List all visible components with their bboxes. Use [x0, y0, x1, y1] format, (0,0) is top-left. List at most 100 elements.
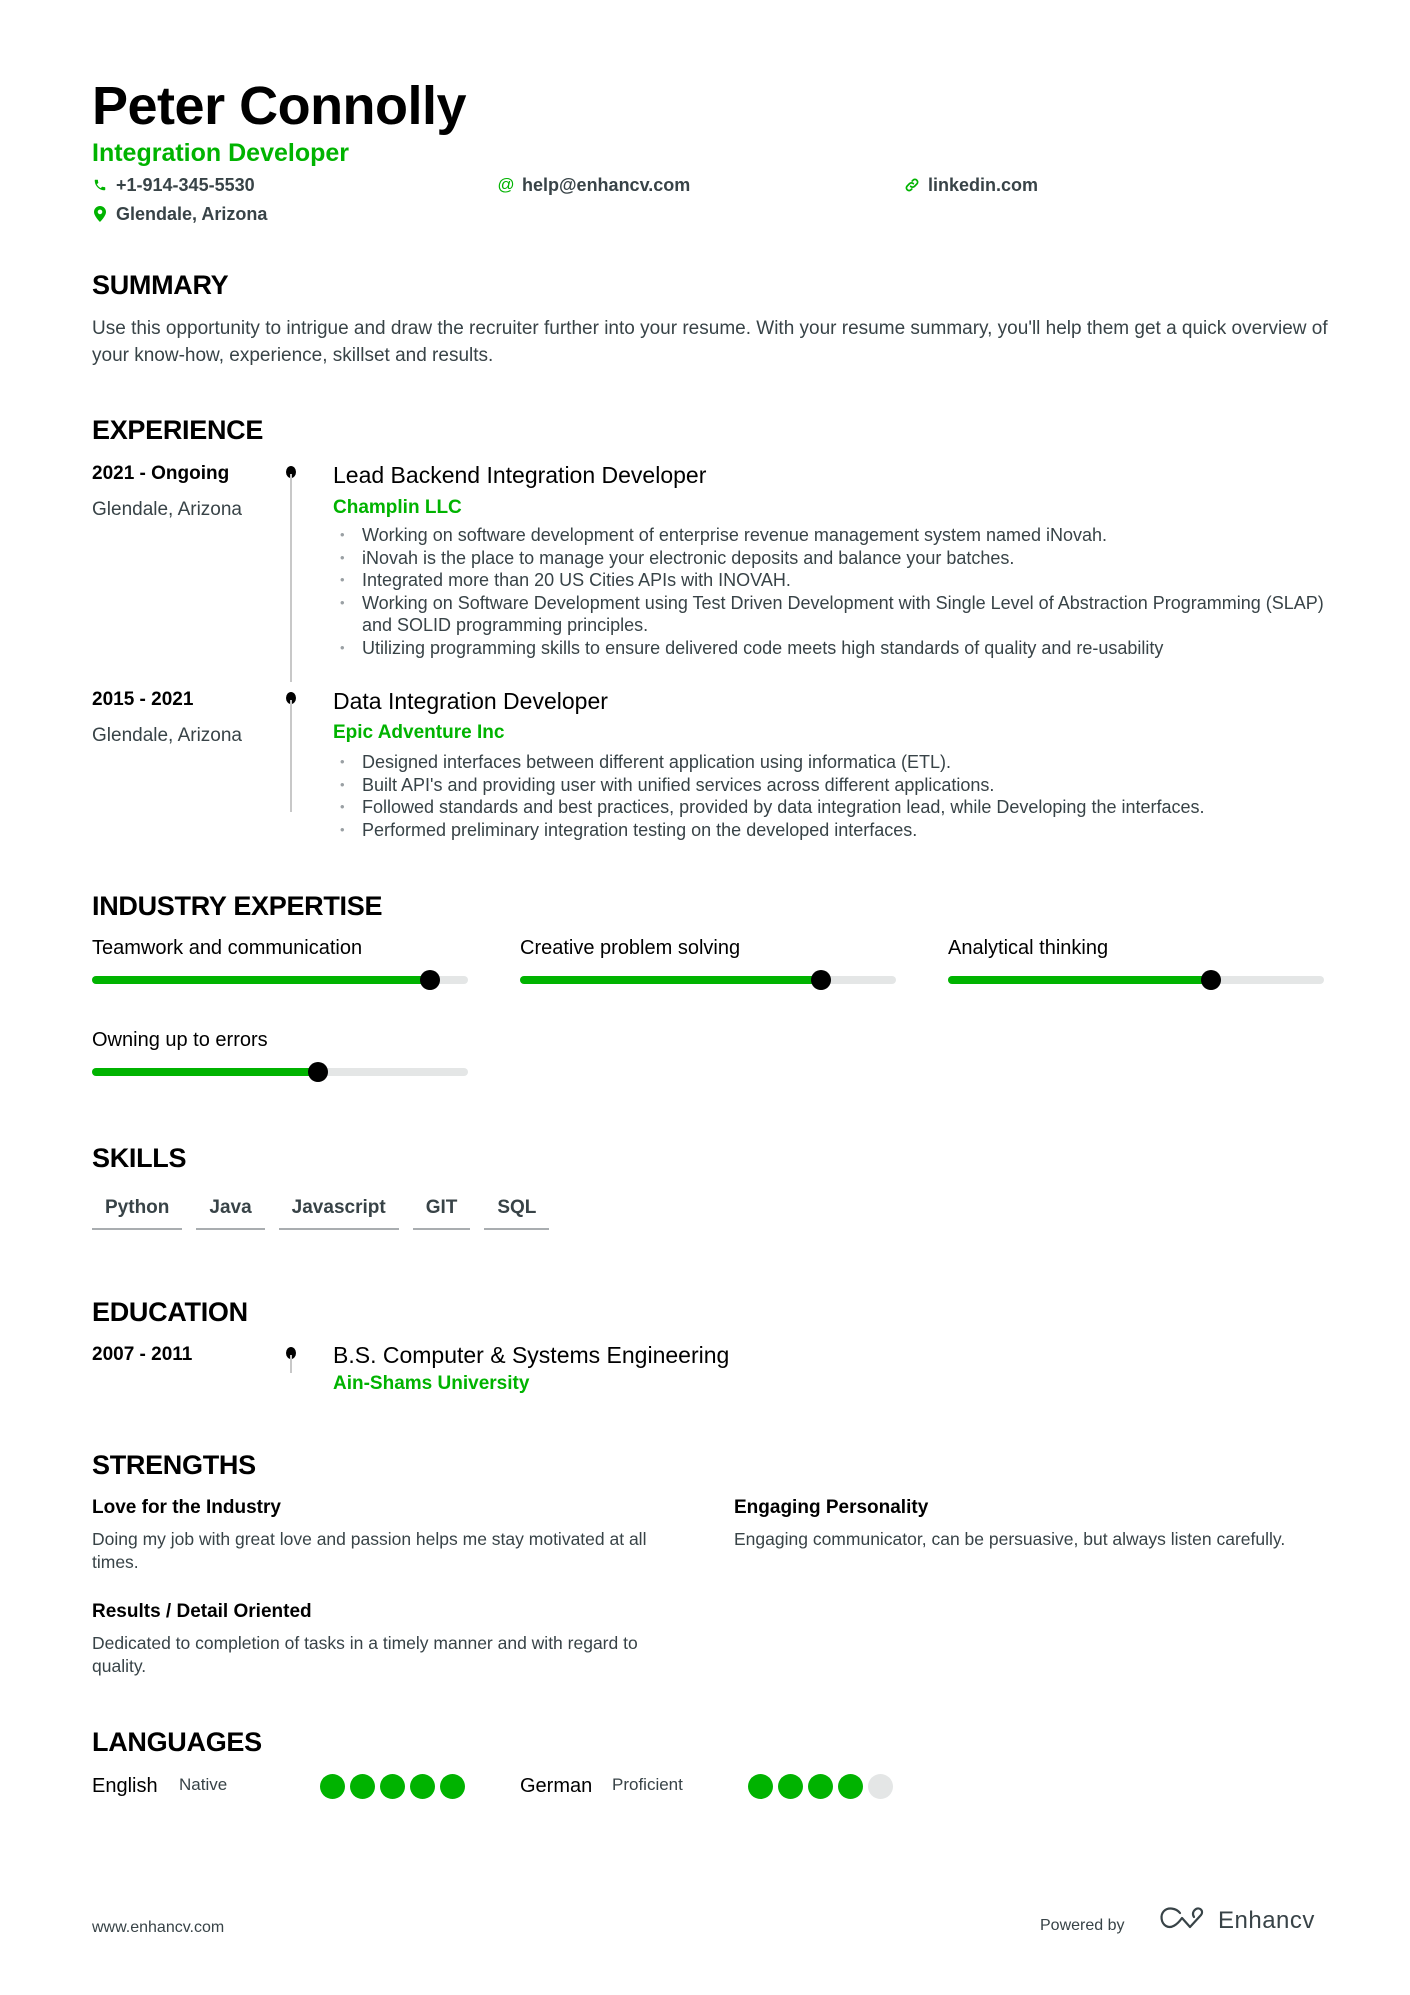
expertise-bar: [92, 1062, 468, 1082]
expertise-bar: [520, 970, 896, 990]
bullet-item: Performed preliminary integration testin…: [340, 819, 1340, 842]
skills-list: Python Java Javascript GIT SQL: [92, 1196, 550, 1230]
summary-heading: SUMMARY: [92, 270, 229, 300]
expertise-bar-fill: [92, 1068, 318, 1076]
rating-dot-filled: [320, 1774, 345, 1799]
contact-link: linkedin.com: [904, 174, 1038, 196]
expertise-label: Owning up to errors: [92, 1029, 268, 1051]
expertise-bar-knob: [420, 970, 441, 990]
rating-dot-filled: [838, 1774, 863, 1799]
experience-dates: 2015 - 2021: [92, 689, 194, 710]
experience-bullets: Working on software development of enter…: [340, 524, 1340, 659]
strength-title: Love for the Industry: [92, 1497, 281, 1518]
education-heading: EDUCATION: [92, 1297, 248, 1327]
linkedin-link[interactable]: linkedin.com: [928, 174, 1038, 196]
experience-company: Champlin LLC: [333, 497, 462, 518]
expertise-bar-knob: [810, 970, 831, 990]
education-school: Ain-Shams University: [333, 1373, 530, 1394]
strengths-heading: STRENGTHS: [92, 1450, 256, 1480]
language-name: German: [520, 1775, 593, 1797]
skill-tag: Java: [196, 1196, 265, 1230]
language-rating: [748, 1774, 893, 1799]
expertise-bar-knob: [307, 1062, 328, 1082]
rating-dot-empty: [868, 1774, 893, 1799]
expertise-label: Creative problem solving: [520, 937, 741, 959]
language-level: Proficient: [612, 1775, 683, 1794]
timeline-line: [290, 1355, 292, 1373]
expertise-bar-fill: [948, 976, 1212, 984]
expertise-bar-fill: [92, 976, 431, 984]
bullet-item: Working on Software Development using Te…: [340, 592, 1340, 637]
strength-description: Dedicated to completion of tasks in a ti…: [92, 1633, 638, 1676]
strength-description: Engaging communicator, can be persuasive…: [734, 1529, 1286, 1549]
expertise-label: Analytical thinking: [948, 937, 1109, 959]
expertise-heading: INDUSTRY EXPERTISE: [92, 891, 383, 921]
timeline-line: [290, 474, 292, 682]
phone-text[interactable]: +1-914-345-5530: [116, 174, 255, 196]
rating-dot-filled: [410, 1774, 435, 1799]
expertise-bar: [948, 970, 1324, 990]
expertise-bar: [92, 970, 468, 990]
contact-location: Glendale, Arizona: [92, 203, 267, 225]
powered-by-label: Powered by: [1040, 1917, 1125, 1934]
skills-heading: SKILLS: [92, 1143, 187, 1173]
language-name: English: [92, 1775, 158, 1797]
language-rating: [320, 1774, 465, 1799]
bullet-item: Working on software development of enter…: [340, 524, 1340, 547]
skill-tag: Python: [92, 1196, 183, 1230]
phone-icon: [92, 176, 108, 194]
rating-dot-filled: [380, 1774, 405, 1799]
contact-phone: +1-914-345-5530: [92, 174, 255, 196]
strength-title: Results / Detail Oriented: [92, 1601, 312, 1622]
strength-title: Engaging Personality: [734, 1497, 929, 1518]
contact-email: @ help@enhancv.com: [497, 174, 690, 196]
strength-item: Engaging Personality Engaging communicat…: [734, 1496, 1324, 1551]
experience-company: Epic Adventure Inc: [333, 722, 505, 743]
experience-heading: EXPERIENCE: [92, 415, 264, 445]
education-dates: 2007 - 2011: [92, 1344, 193, 1365]
bullet-item: Followed standards and best practices, p…: [340, 796, 1340, 819]
timeline-line: [290, 700, 292, 812]
rating-dot-filled: [808, 1774, 833, 1799]
skill-tag: SQL: [484, 1196, 550, 1230]
link-icon: [904, 176, 920, 194]
expertise-bar-knob: [1201, 970, 1222, 990]
experience-dates: 2021 - Ongoing: [92, 463, 230, 484]
email-link[interactable]: help@enhancv.com: [522, 174, 690, 196]
bullet-item: Designed interfaces between different ap…: [340, 751, 1340, 774]
experience-bullets: Designed interfaces between different ap…: [340, 751, 1340, 841]
bullet-item: iNovah is the place to manage your elect…: [340, 547, 1340, 570]
rating-dot-filled: [440, 1774, 465, 1799]
experience-location: Glendale, Arizona: [92, 499, 242, 520]
experience-role: Data Integration Developer: [333, 688, 608, 714]
bullet-item: Integrated more than 20 US Cities APIs w…: [340, 569, 1340, 592]
footer-url[interactable]: www.enhancv.com: [92, 1919, 224, 1937]
education-degree: B.S. Computer & Systems Engineering: [333, 1342, 730, 1368]
expertise-label: Teamwork and communication: [92, 937, 363, 959]
candidate-name: Peter Connolly: [92, 76, 467, 136]
at-icon: @: [497, 175, 515, 194]
bullet-item: Built API's and providing user with unif…: [340, 774, 1340, 797]
enhancv-logo-icon: [1158, 1905, 1206, 1936]
languages-heading: LANGUAGES: [92, 1727, 262, 1757]
experience-location: Glendale, Arizona: [92, 725, 242, 746]
strength-description: Doing my job with great love and passion…: [92, 1529, 647, 1572]
strength-item: Love for the Industry Doing my job with …: [92, 1496, 682, 1573]
language-level: Native: [179, 1775, 228, 1794]
resume-page: Peter Connolly Integration Developer +1-…: [0, 0, 1410, 1995]
location-pin-icon: [92, 205, 108, 223]
enhancv-logo[interactable]: Enhancv: [1158, 1905, 1315, 1936]
strength-item: Results / Detail Oriented Dedicated to c…: [92, 1600, 682, 1677]
rating-dot-filled: [350, 1774, 375, 1799]
rating-dot-filled: [748, 1774, 773, 1799]
skill-tag: GIT: [412, 1196, 471, 1230]
experience-role: Lead Backend Integration Developer: [333, 462, 707, 488]
enhancv-brand-text: Enhancv: [1218, 1906, 1315, 1934]
skill-tag: Javascript: [278, 1196, 399, 1230]
expertise-bar-fill: [520, 976, 821, 984]
location-text: Glendale, Arizona: [116, 204, 268, 224]
candidate-title: Integration Developer: [92, 139, 349, 167]
summary-text: Use this opportunity to intrigue and dra…: [92, 318, 1328, 366]
rating-dot-filled: [778, 1774, 803, 1799]
bullet-item: Utilizing programming skills to ensure d…: [340, 637, 1340, 660]
